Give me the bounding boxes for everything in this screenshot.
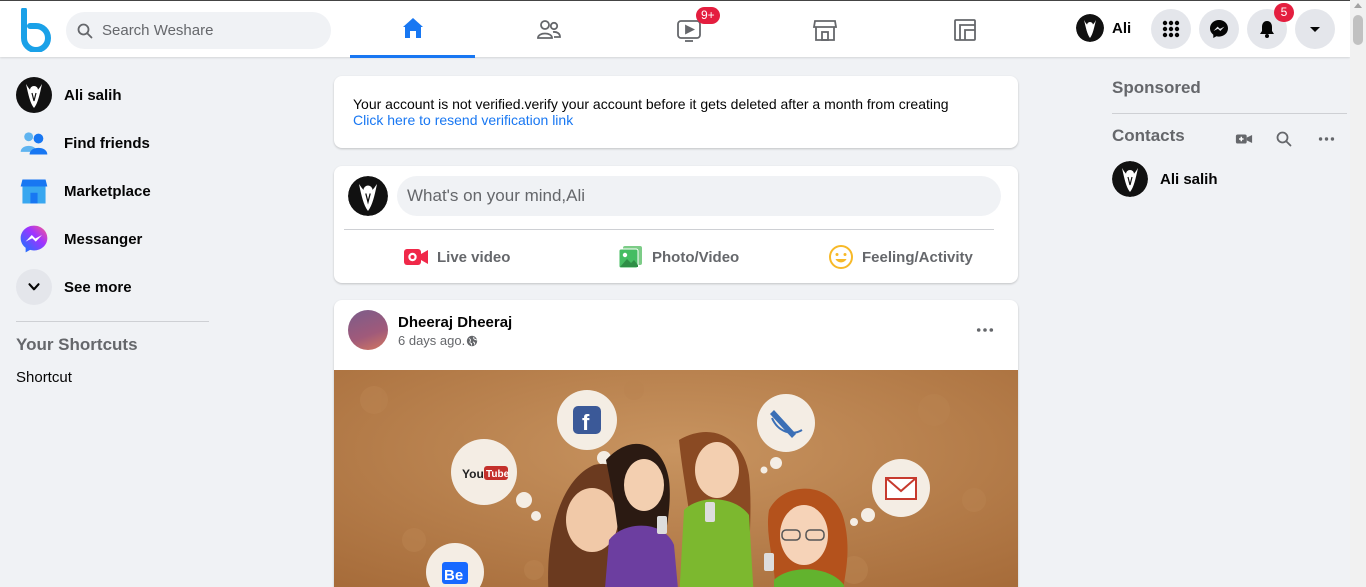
svg-text:You: You: [462, 467, 484, 481]
composer-input[interactable]: What's on your mind,Ali: [397, 176, 1001, 216]
tab-home[interactable]: [350, 1, 475, 58]
store-icon: [812, 19, 837, 41]
contact-name: Ali salih: [1160, 170, 1218, 188]
sidebar-item-label: Marketplace: [64, 182, 151, 200]
messenger-icon: [16, 221, 52, 257]
profile-name: Ali: [1112, 19, 1132, 37]
avatar: [348, 176, 388, 216]
feeling-activity-label: Feeling/Activity: [862, 248, 973, 266]
live-video-button[interactable]: Live video: [403, 242, 510, 272]
video-add-icon: [1235, 134, 1253, 144]
sponsored-heading: Sponsored: [1112, 78, 1201, 97]
svg-text:Tube: Tube: [486, 469, 510, 480]
avatar: [1076, 14, 1104, 42]
post-composer: What's on your mind,Ali Live video Photo…: [334, 166, 1018, 283]
scroll-thumb[interactable]: [1353, 15, 1363, 45]
account-menu-button[interactable]: [1295, 9, 1335, 49]
post-timestamp[interactable]: 6 days ago.: [398, 333, 478, 348]
avatar[interactable]: [348, 310, 388, 350]
home-icon: [402, 18, 423, 38]
tab-gaming[interactable]: [902, 1, 1027, 58]
contact-item[interactable]: Ali salih: [1112, 161, 1218, 197]
avatar: [16, 77, 52, 113]
search-box[interactable]: [66, 12, 331, 49]
friends-icon: [536, 19, 561, 39]
verification-message: Your account is not verified.verify your…: [353, 96, 949, 112]
tab-marketplace[interactable]: [762, 1, 887, 58]
composer-divider: [344, 229, 994, 230]
search-input[interactable]: [102, 22, 322, 39]
gaming-icon: [953, 18, 976, 41]
tab-watch[interactable]: 9+: [626, 1, 751, 58]
right-divider: [1112, 113, 1347, 114]
shortcut-item[interactable]: Shortcut: [16, 369, 72, 386]
menu-button[interactable]: [1151, 9, 1191, 49]
smiley-icon: [829, 245, 853, 269]
sidebar-item-profile[interactable]: Ali salih: [16, 77, 122, 113]
store-icon: [16, 173, 52, 209]
scroll-up-arrow[interactable]: [1354, 3, 1362, 8]
watch-badge: 9+: [696, 7, 720, 24]
notifications-badge: 5: [1274, 3, 1294, 22]
post-image[interactable]: f You Tube Be: [334, 370, 1018, 587]
globe-icon: [467, 335, 478, 346]
contacts-options-button[interactable]: [1315, 128, 1337, 150]
svg-text:Be: Be: [444, 567, 463, 584]
caret-down-icon: [1310, 27, 1320, 32]
live-video-icon: [404, 249, 428, 265]
profile-chip[interactable]: Ali: [1076, 14, 1131, 42]
photo-video-button[interactable]: Photo/Video: [618, 242, 739, 272]
sidebar-item-label: See more: [64, 278, 132, 296]
resend-verification-link[interactable]: Click here to resend verification link: [353, 112, 999, 128]
sidebar-item-marketplace[interactable]: Marketplace: [16, 173, 151, 209]
pen-bubble: [757, 394, 815, 452]
feed-post: Dheeraj Dheeraj 6 days ago. f You Tube B…: [334, 300, 1018, 587]
page-scrollbar[interactable]: [1350, 0, 1366, 587]
tab-friends[interactable]: [486, 1, 611, 58]
verification-notice: Your account is not verified.verify your…: [334, 76, 1018, 148]
youtube-bubble: You Tube: [451, 439, 517, 505]
facebook-bubble: f: [557, 390, 617, 450]
chevron-down-icon: [16, 269, 52, 305]
search-icon: [77, 23, 93, 38]
notifications-button[interactable]: 5: [1247, 3, 1294, 49]
messenger-icon: [1210, 20, 1228, 38]
sidebar-item-label: Messanger: [64, 230, 143, 248]
messenger-button[interactable]: [1199, 9, 1239, 49]
weshare-logo[interactable]: [18, 7, 54, 53]
photo-video-label: Photo/Video: [652, 248, 740, 266]
grid-menu-icon: [1162, 20, 1180, 38]
contacts-heading: Contacts: [1112, 126, 1185, 145]
photo-icon: [618, 246, 642, 269]
sidebar-item-messenger[interactable]: Messanger: [16, 221, 142, 257]
more-icon: [1318, 137, 1334, 141]
sidebar-divider: [16, 321, 209, 322]
sidebar-item-label: Find friends: [64, 134, 150, 152]
post-time-text: 6 days ago.: [398, 333, 466, 348]
sidebar-item-find-friends[interactable]: Find friends: [16, 125, 150, 161]
sidebar-item-see-more[interactable]: See more: [16, 269, 132, 305]
post-more-button[interactable]: [971, 318, 999, 342]
svg-text:f: f: [582, 410, 590, 435]
search-icon: [1276, 131, 1292, 147]
shortcuts-heading: Your Shortcuts: [16, 335, 138, 354]
mail-bubble: [872, 459, 930, 517]
post-author[interactable]: Dheeraj Dheeraj: [398, 314, 512, 331]
feeling-activity-button[interactable]: Feeling/Activity: [828, 242, 973, 272]
search-contacts-button[interactable]: [1273, 128, 1295, 150]
friends-icon: [16, 125, 52, 161]
top-navbar: 9+ Ali 5: [0, 0, 1350, 58]
new-room-button[interactable]: [1233, 128, 1255, 150]
bell-icon: [1260, 21, 1274, 38]
avatar: [1112, 161, 1148, 197]
sidebar-item-label: Ali salih: [64, 86, 122, 104]
more-icon: [976, 328, 994, 332]
live-video-label: Live video: [437, 248, 511, 266]
